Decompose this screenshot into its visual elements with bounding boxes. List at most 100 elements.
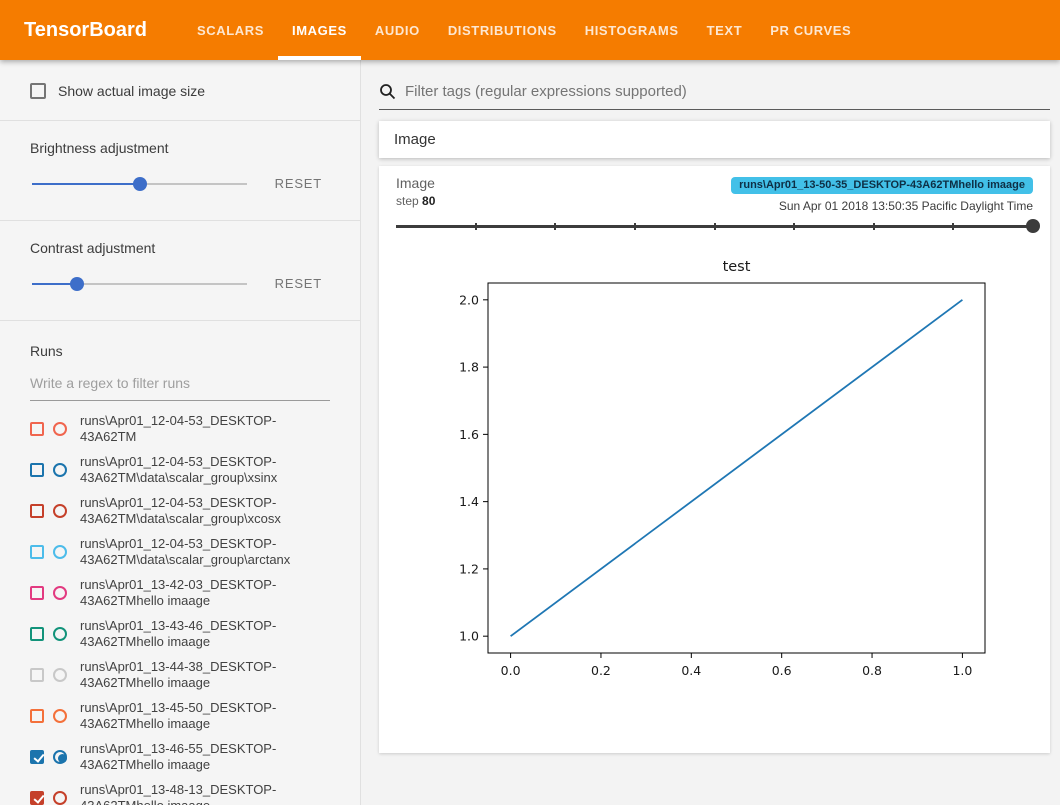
run-radio[interactable]	[53, 422, 67, 436]
contrast-slider-row: RESET	[30, 276, 330, 291]
run-radio[interactable]	[53, 709, 67, 723]
tab-label: PR CURVES	[770, 23, 851, 38]
nav-tabs: SCALARS IMAGES AUDIO DISTRIBUTIONS HISTO…	[183, 0, 865, 60]
image-card: Image step 80 runs\Apr01_13-50-35_DESKTO…	[379, 166, 1050, 753]
slider-thumb[interactable]	[133, 177, 147, 191]
tab-distributions[interactable]: DISTRIBUTIONS	[434, 0, 571, 60]
runs-filter-input[interactable]	[30, 375, 330, 401]
brightness-slider-row: RESET	[30, 176, 330, 191]
slider-fill	[32, 183, 140, 185]
step-slider-tick	[873, 223, 875, 230]
tab-label: DISTRIBUTIONS	[448, 23, 557, 38]
contrast-label: Contrast adjustment	[30, 240, 330, 256]
run-label: runs\Apr01_13-46-55_DESKTOP-43A62TMhello…	[80, 741, 330, 772]
category-header-image[interactable]: Image	[379, 121, 1050, 158]
svg-text:0.4: 0.4	[681, 663, 701, 678]
svg-text:1.0: 1.0	[459, 629, 479, 644]
run-checkbox[interactable]	[30, 627, 44, 641]
step-label: step	[396, 194, 419, 208]
run-checkbox[interactable]	[30, 463, 44, 477]
runs-section: Runs runs\Apr01_12-04-53_DESKTOP-43A62TM…	[0, 321, 360, 805]
run-checkbox[interactable]	[30, 422, 44, 436]
step-slider-tick	[634, 223, 636, 230]
slider-thumb[interactable]	[70, 277, 84, 291]
run-row: runs\Apr01_12-04-53_DESKTOP-43A62TM	[30, 408, 330, 449]
run-checkbox[interactable]	[30, 545, 44, 559]
tag-filter-input[interactable]	[405, 83, 1050, 100]
run-checkbox[interactable]	[30, 750, 44, 764]
svg-text:1.2: 1.2	[459, 561, 479, 576]
contrast-reset-button[interactable]: RESET	[275, 276, 322, 291]
image-card-left: Image step 80	[396, 175, 435, 208]
app-logo: TensorBoard	[24, 0, 147, 60]
show-actual-size-label: Show actual image size	[58, 83, 205, 99]
svg-text:0.0: 0.0	[500, 663, 520, 678]
search-icon	[379, 83, 396, 100]
run-row: runs\Apr01_12-04-53_DESKTOP-43A62TM\data…	[30, 490, 330, 531]
step-slider-tick	[952, 223, 954, 230]
run-radio[interactable]	[53, 627, 67, 641]
brightness-label: Brightness adjustment	[30, 140, 330, 156]
run-radio[interactable]	[53, 463, 67, 477]
step-value: 80	[422, 194, 435, 208]
run-radio[interactable]	[53, 750, 67, 764]
line-plot: 0.00.20.40.60.81.01.01.21.41.61.82.0test	[415, 248, 1015, 683]
run-label: runs\Apr01_13-45-50_DESKTOP-43A62TMhello…	[80, 700, 330, 731]
run-checkbox[interactable]	[30, 668, 44, 682]
run-radio[interactable]	[53, 545, 67, 559]
tab-images[interactable]: IMAGES	[278, 0, 361, 60]
tab-scalars[interactable]: SCALARS	[183, 0, 278, 60]
app-header: TensorBoard SCALARS IMAGES AUDIO DISTRIB…	[0, 0, 1060, 60]
svg-text:0.2: 0.2	[591, 663, 611, 678]
timestamp: Sun Apr 01 2018 13:50:35 Pacific Dayligh…	[731, 199, 1033, 213]
run-radio[interactable]	[53, 504, 67, 518]
svg-text:1.6: 1.6	[459, 427, 479, 442]
run-label: runs\Apr01_12-04-53_DESKTOP-43A62TM\data…	[80, 454, 330, 485]
run-row: runs\Apr01_13-43-46_DESKTOP-43A62TMhello…	[30, 613, 330, 654]
run-label: runs\Apr01_13-43-46_DESKTOP-43A62TMhello…	[80, 618, 330, 649]
tab-label: SCALARS	[197, 23, 264, 38]
content: Show actual image size Brightness adjust…	[0, 60, 1060, 805]
brightness-reset-button[interactable]: RESET	[275, 176, 322, 191]
image-card-header: Image step 80 runs\Apr01_13-50-35_DESKTO…	[396, 175, 1033, 213]
runs-title: Runs	[30, 343, 330, 359]
tab-label: HISTOGRAMS	[585, 23, 679, 38]
run-row: runs\Apr01_13-48-13_DESKTOP-43A62TMhello…	[30, 777, 330, 805]
svg-text:test: test	[722, 259, 750, 275]
step-slider-thumb[interactable]	[1026, 219, 1040, 233]
run-radio[interactable]	[53, 586, 67, 600]
image-figure: 0.00.20.40.60.81.01.01.21.41.61.82.0test	[396, 248, 1033, 683]
step-slider-tick	[554, 223, 556, 230]
category-title: Image	[394, 131, 436, 148]
run-label: runs\Apr01_13-42-03_DESKTOP-43A62TMhello…	[80, 577, 330, 608]
runs-list: runs\Apr01_12-04-53_DESKTOP-43A62TM runs…	[30, 408, 330, 805]
tab-text[interactable]: TEXT	[693, 0, 757, 60]
tab-label: IMAGES	[292, 23, 347, 38]
run-checkbox[interactable]	[30, 709, 44, 723]
tab-label: TEXT	[707, 23, 743, 38]
svg-text:1.0: 1.0	[952, 663, 972, 678]
brightness-section: Brightness adjustment RESET	[0, 121, 360, 221]
run-radio[interactable]	[53, 791, 67, 805]
svg-text:1.4: 1.4	[459, 494, 479, 509]
contrast-section: Contrast adjustment RESET	[0, 221, 360, 321]
run-checkbox[interactable]	[30, 791, 44, 805]
run-row: runs\Apr01_12-04-53_DESKTOP-43A62TM\data…	[30, 449, 330, 490]
step-slider[interactable]	[396, 218, 1033, 234]
image-card-title: Image	[396, 175, 435, 191]
run-radio[interactable]	[53, 668, 67, 682]
run-checkbox[interactable]	[30, 586, 44, 600]
step-slider-tick	[475, 223, 477, 230]
step-line: step 80	[396, 194, 435, 208]
contrast-slider[interactable]	[32, 277, 247, 291]
run-row: runs\Apr01_13-45-50_DESKTOP-43A62TMhello…	[30, 695, 330, 736]
tab-histograms[interactable]: HISTOGRAMS	[571, 0, 693, 60]
run-label: runs\Apr01_13-48-13_DESKTOP-43A62TMhello…	[80, 782, 330, 805]
run-checkbox[interactable]	[30, 504, 44, 518]
show-actual-size-checkbox[interactable]	[30, 83, 46, 99]
brightness-slider[interactable]	[32, 177, 247, 191]
tab-audio[interactable]: AUDIO	[361, 0, 434, 60]
run-badge: runs\Apr01_13-50-35_DESKTOP-43A62TMhello…	[731, 177, 1033, 194]
svg-text:2.0: 2.0	[459, 292, 479, 307]
tab-pr-curves[interactable]: PR CURVES	[756, 0, 865, 60]
